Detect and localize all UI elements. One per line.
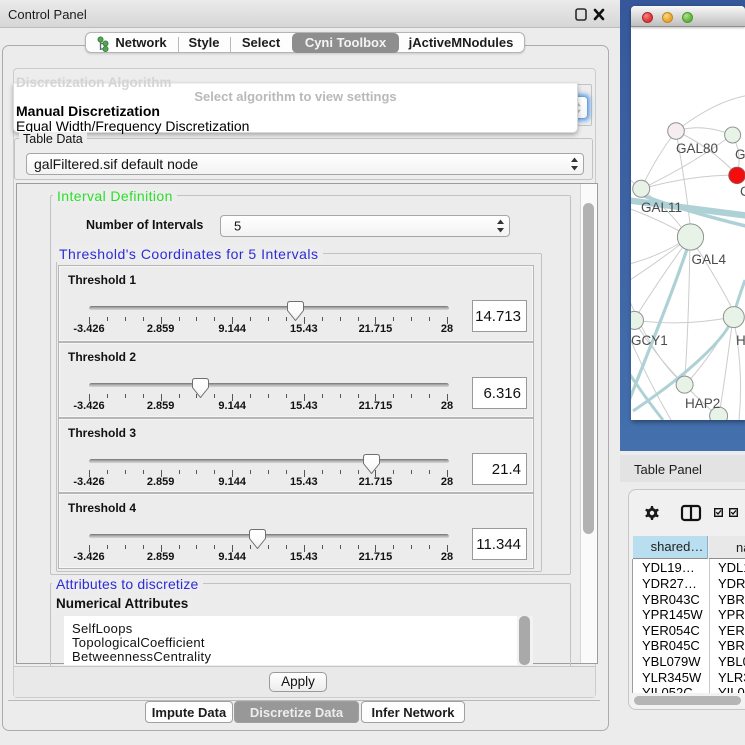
svg-text:C: C: [740, 184, 745, 199]
svg-text:GAL80: GAL80: [676, 141, 718, 156]
svg-text:G…: G…: [735, 147, 745, 162]
svg-text:GAL4: GAL4: [692, 252, 727, 267]
svg-text:H: H: [736, 333, 745, 348]
svg-text:GCY1: GCY1: [631, 333, 668, 348]
svg-text:GAL11: GAL11: [641, 200, 682, 215]
svg-text:HAP2: HAP2: [685, 396, 720, 411]
